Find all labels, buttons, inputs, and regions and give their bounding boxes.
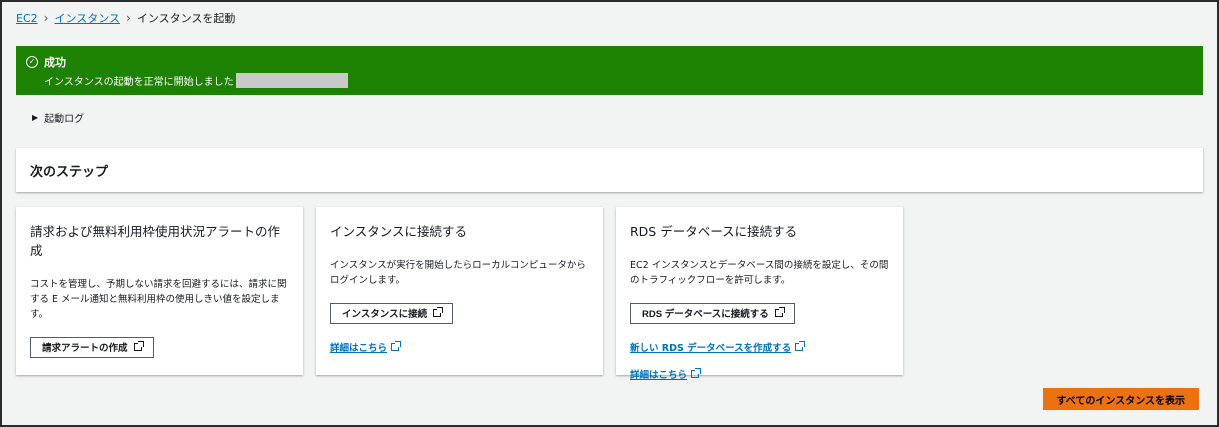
button-label: インスタンスに接続 <box>342 309 428 320</box>
breadcrumb-instances[interactable]: インスタンス <box>54 10 120 26</box>
external-link-icon <box>795 340 806 351</box>
connect-instance-button[interactable]: インスタンスに接続 <box>330 302 454 324</box>
card-description: インスタンスが実行を開始したらローカルコンピュータからログインします。 <box>330 260 586 286</box>
launch-log-expander[interactable]: ▶ 起動ログ <box>32 110 84 125</box>
external-link-icon <box>391 340 402 351</box>
success-flashbar: ✓ 成功 インスタンスの起動を正常に開始しました <box>16 46 1203 95</box>
external-link-icon <box>433 307 444 317</box>
view-all-instances-button[interactable]: すべてのインスタンスを表示 <box>1042 388 1199 410</box>
caret-right-icon: ▶ <box>32 113 39 122</box>
link-label: 詳細はこちら <box>330 342 388 354</box>
create-rds-database-link[interactable]: 新しい RDS データベースを作成する <box>630 340 806 354</box>
next-steps-header: 次のステップ <box>16 148 1203 192</box>
flash-message: インスタンスの起動を正常に開始しました <box>44 77 234 88</box>
flash-title: 成功 <box>44 56 66 69</box>
link-label: 新しい RDS データベースを作成する <box>630 342 792 354</box>
check-circle-icon: ✓ <box>26 56 38 68</box>
launch-log-label: 起動ログ <box>44 114 85 125</box>
connect-rds-card: RDS データベースに接続する EC2 インスタンスとデータベース間の接続を設定… <box>616 207 903 381</box>
breadcrumb-ec2[interactable]: EC2 <box>16 12 38 25</box>
button-label: 請求アラートの作成 <box>42 343 128 354</box>
card-title: RDS データベースに接続する <box>630 224 798 239</box>
learn-more-link[interactable]: 詳細はこちら <box>630 367 702 381</box>
breadcrumb-current: インスタンスを起動 <box>136 12 236 25</box>
breadcrumb: EC2 › インスタンス › インスタンスを起動 <box>16 10 235 26</box>
external-link-icon <box>691 367 702 378</box>
learn-more-link[interactable]: 詳細はこちら <box>330 340 402 354</box>
link-label: 詳細はこちら <box>630 369 688 381</box>
create-billing-alert-button[interactable]: 請求アラートの作成 <box>30 336 154 358</box>
connect-rds-button[interactable]: RDS データベースに接続する <box>630 302 795 324</box>
chevron-right-icon: › <box>126 11 131 25</box>
redacted-instance-id <box>235 73 348 88</box>
external-link-icon <box>774 307 785 317</box>
card-description: EC2 インスタンスとデータベース間の接続を設定し、その間のトラフィックフローを… <box>630 260 889 286</box>
billing-alert-card: 請求および無料利用枠使用状況アラートの作成 コストを管理し、予期しない請求を回避… <box>16 207 303 375</box>
card-title: 請求および無料利用枠使用状況アラートの作成 <box>30 224 281 258</box>
button-label: RDS データベースに接続する <box>642 309 769 320</box>
next-steps-title: 次のステップ <box>30 164 109 180</box>
card-description: コストを管理し、予期しない請求を回避するには、請求に関する E メール通知と無料… <box>30 279 287 320</box>
external-link-icon <box>133 341 144 351</box>
connect-instance-card: インスタンスに接続する インスタンスが実行を開始したらローカルコンピュータからロ… <box>316 207 603 375</box>
card-title: インスタンスに接続する <box>330 224 468 239</box>
chevron-right-icon: › <box>43 11 49 25</box>
